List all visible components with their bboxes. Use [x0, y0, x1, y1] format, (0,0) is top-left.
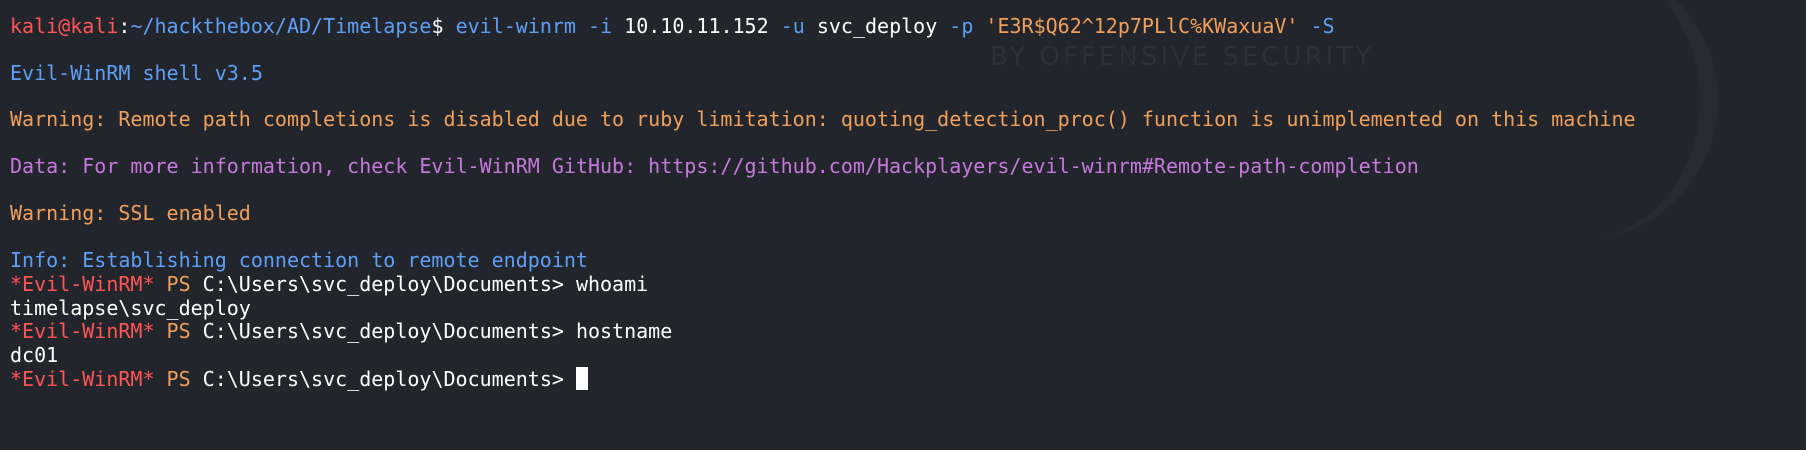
command-user: svc_deploy	[804, 14, 938, 38]
info-connect-line: Info: Establishing connection to remote …	[10, 248, 588, 272]
ps-prompt-line-active[interactable]: *Evil-WinRM* PS C:\Users\svc_deploy\Docu…	[10, 366, 588, 393]
prompt-host: kali	[70, 14, 119, 38]
command-flag-u: -u	[768, 14, 805, 38]
ps-label: PS	[154, 319, 191, 343]
shell-version-line: Evil-WinRM shell v3.5	[10, 61, 263, 85]
ps-command: hostname	[575, 319, 673, 343]
ps-command: whoami	[575, 272, 649, 296]
ps-label: PS	[154, 367, 191, 391]
prompt-line: kali@kali:~/hackthebox/AD/Timelapse$ evi…	[10, 13, 1335, 40]
ps-label: PS	[154, 272, 191, 296]
command-flag-s: -S	[1298, 14, 1335, 38]
prompt-at: @	[58, 14, 71, 38]
prompt-path: ~/hackthebox/AD/Timelapse	[130, 14, 432, 38]
ps-prompt-line: *Evil-WinRM* PS C:\Users\svc_deploy\Docu…	[10, 271, 648, 298]
prompt-user: kali	[10, 14, 59, 38]
command-program: evil-winrm	[455, 14, 576, 38]
ps-path: C:\Users\svc_deploy\Documents>	[190, 319, 576, 343]
ps-path: C:\Users\svc_deploy\Documents>	[190, 367, 576, 391]
ps-path: C:\Users\svc_deploy\Documents>	[190, 272, 576, 296]
terminal-window[interactable]: BY OFFENSIVE SECURITY kali@kali:~/hackth…	[0, 0, 1806, 450]
watermark-text: BY OFFENSIVE SECURITY	[990, 42, 1375, 72]
warning-ssl-line: Warning: SSL enabled	[10, 201, 251, 225]
command-output-line: dc01	[10, 343, 59, 367]
data-info-line: Data: For more information, check Evil-W…	[10, 154, 1419, 178]
prompt-dollar: $	[431, 14, 456, 38]
ps-tag: *Evil-WinRM*	[10, 319, 155, 343]
ps-tag: *Evil-WinRM*	[10, 367, 155, 391]
text-cursor[interactable]	[575, 367, 588, 390]
warning-completion-line: Warning: Remote path completions is disa…	[10, 107, 1636, 131]
prompt-colon: :	[118, 14, 131, 38]
command-flag-p: -p	[937, 14, 974, 38]
ps-tag: *Evil-WinRM*	[10, 272, 155, 296]
ps-prompt-line: *Evil-WinRM* PS C:\Users\svc_deploy\Docu…	[10, 318, 672, 345]
command-flag-i: -i	[575, 14, 613, 38]
command-ip: 10.10.11.152	[612, 14, 769, 38]
command-password: 'E3R$Q62^12p7PLlC%KWaxuaV'	[973, 14, 1299, 38]
